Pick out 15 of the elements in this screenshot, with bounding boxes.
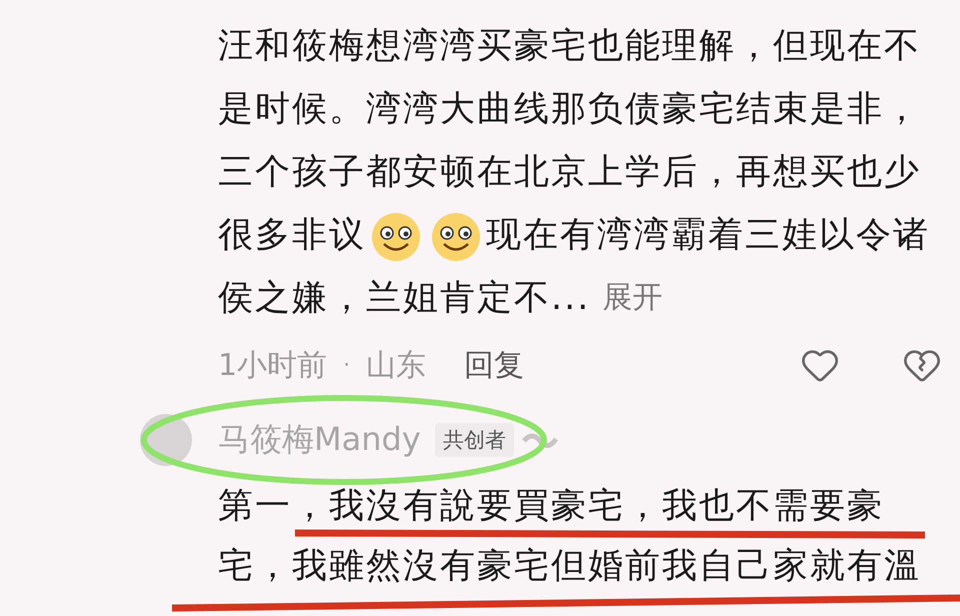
reply-text: 第一，我沒有說要買豪宅，我也不需要豪 <box>218 484 884 528</box>
reply-text: 宅，我雖然沒有豪宅但婚前我自己家就有溫 <box>218 544 921 588</box>
reply-link[interactable]: 回复 <box>464 344 524 386</box>
comment-text: 很多非议 <box>218 214 366 257</box>
comment-text: 是时候。湾湾大曲线那负债豪宅结束是非， <box>218 88 921 131</box>
comment-text: 汪和筱梅想湾湾买豪宅也能理解，但现在不 <box>218 25 921 68</box>
time-text: 1小时前 <box>218 346 328 384</box>
author-badge: 共创者 <box>434 423 514 457</box>
author-name[interactable]: 马筱梅Mandy <box>218 418 421 462</box>
separator-dot: · <box>343 352 350 378</box>
expand-link[interactable]: 展开 <box>602 277 662 318</box>
comment-text: 三个孩子都安顿在北京上学后，再想买也少 <box>218 151 921 194</box>
comment-text: 侯之嫌，兰姐肯定不... <box>218 277 590 320</box>
location-text: 山东 <box>366 346 426 384</box>
comment-text: 现在有湾湾霸着三娃以令诸 <box>486 214 930 257</box>
